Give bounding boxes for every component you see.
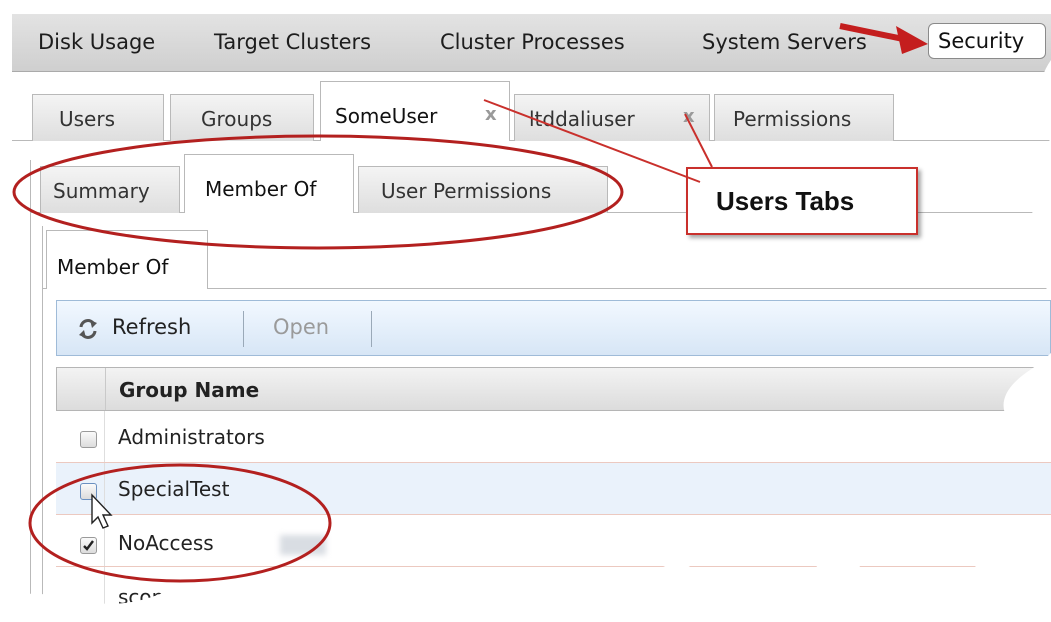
callout-leader-line bbox=[483, 99, 701, 183]
pointer-arrow-icon bbox=[839, 23, 928, 54]
annotation-overlay bbox=[0, 23, 1051, 622]
torn-right-edge bbox=[990, 60, 1051, 622]
checkbox-highlight-ellipse bbox=[28, 463, 332, 583]
detail-tabs-highlight-ellipse bbox=[12, 134, 624, 250]
mouse-cursor-icon bbox=[91, 493, 113, 529]
callout-leader-line bbox=[684, 113, 713, 168]
torn-bottom-edge bbox=[0, 547, 1051, 622]
